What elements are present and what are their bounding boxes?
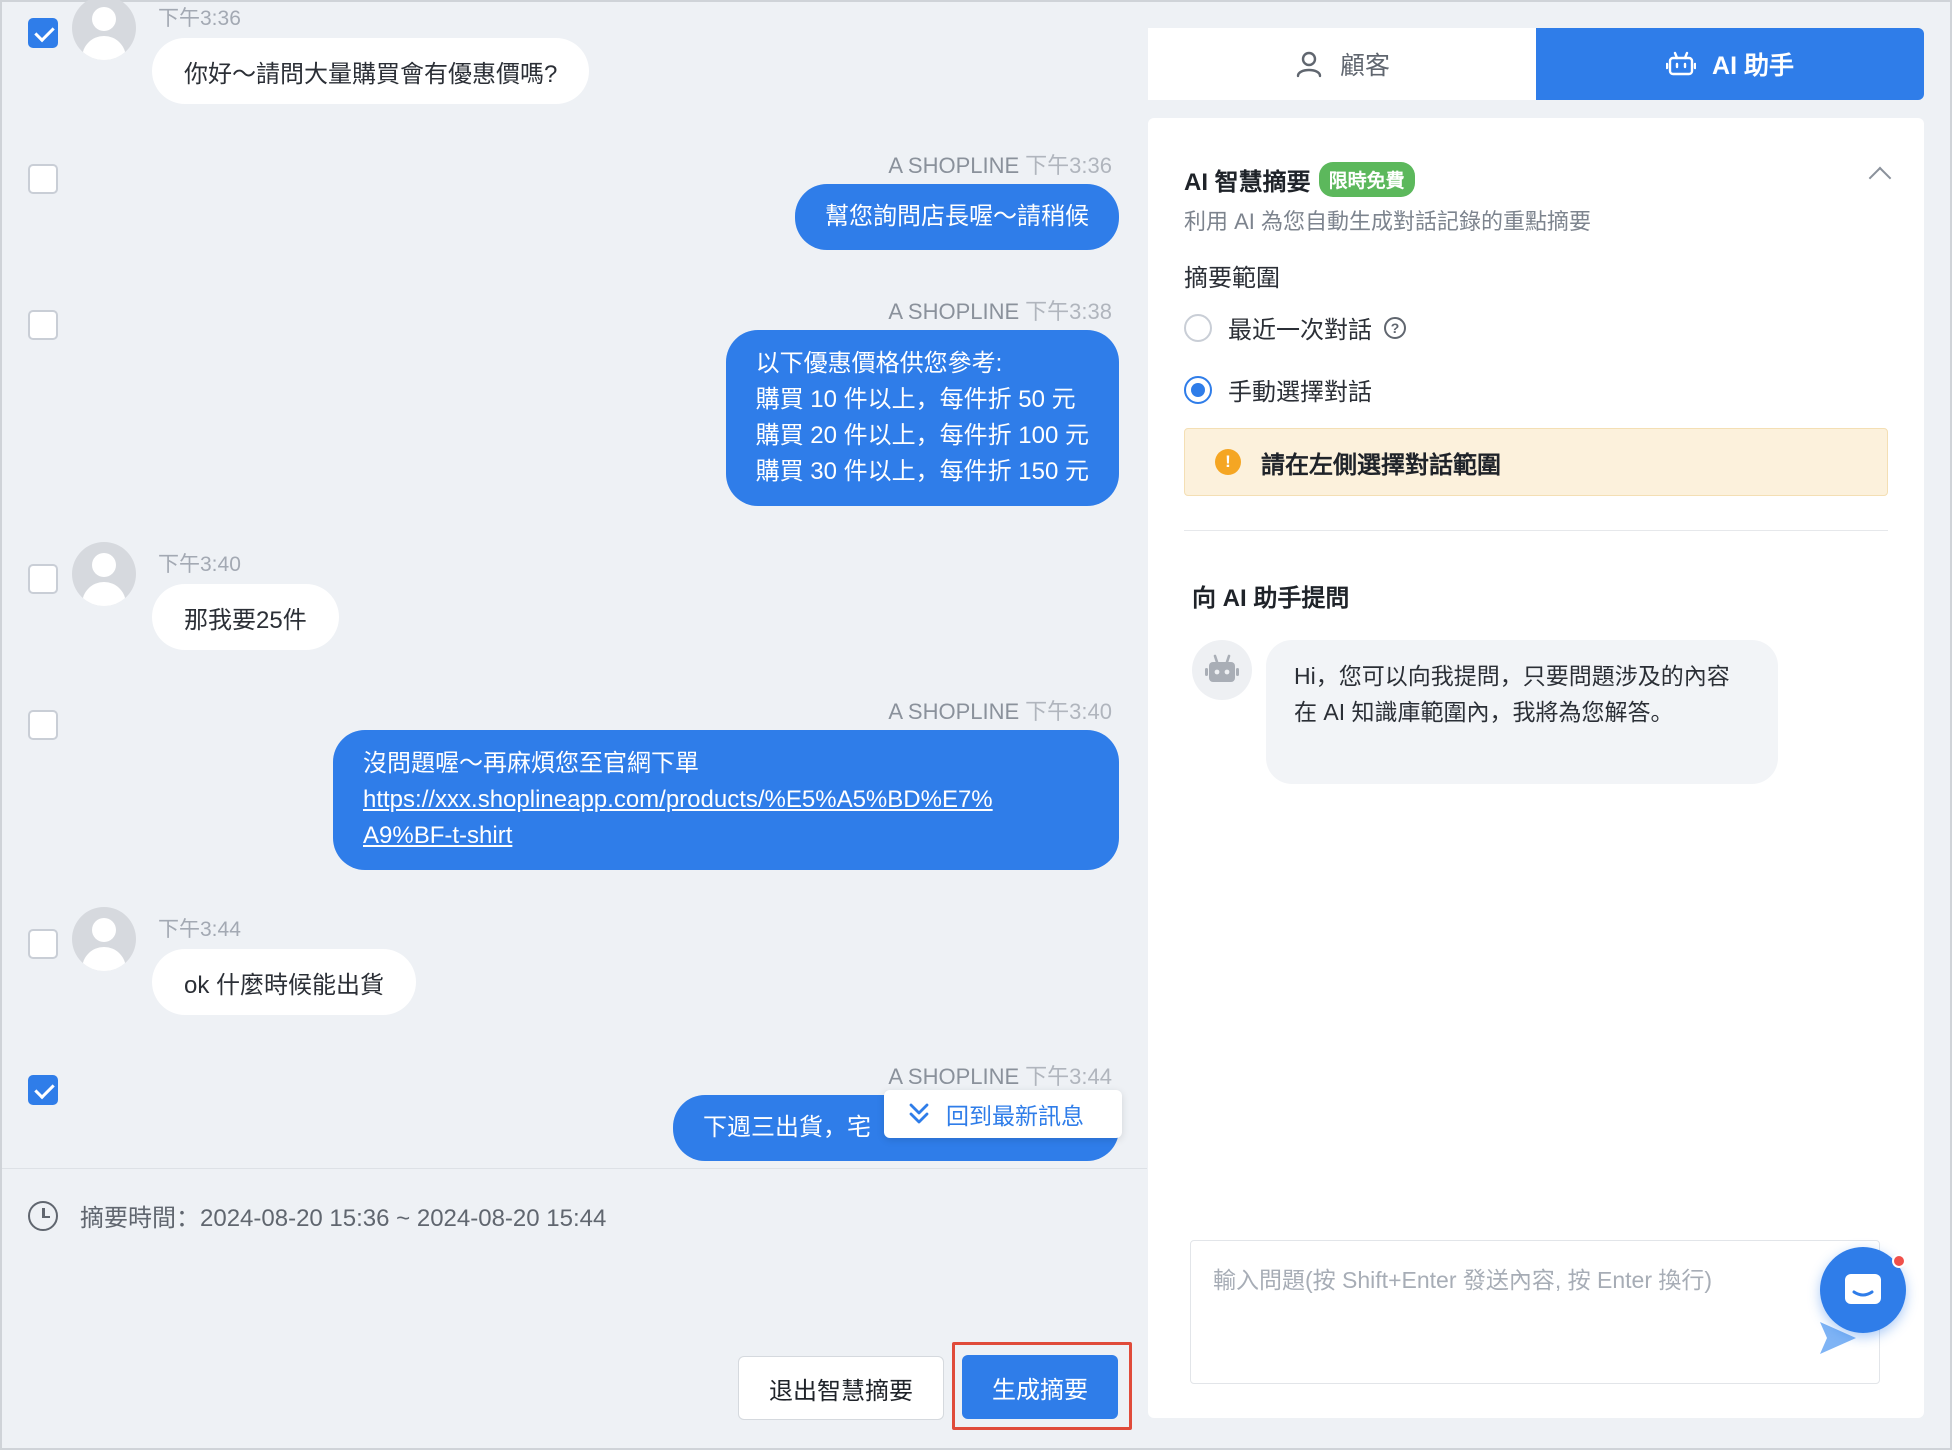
message-meta: A SHOPLINE 下午3:40 [888, 694, 1112, 726]
product-link[interactable]: https://xxx.shoplineapp.com/products/%E5… [363, 782, 1089, 818]
customer-avatar [72, 907, 136, 971]
customer-message-bubble: 那我要25件 [152, 584, 339, 650]
message-time: 下午3:44 [158, 918, 241, 941]
message-text: 下週三出貨，宅 [703, 1114, 871, 1141]
warning-icon: ! [1215, 449, 1241, 475]
message-line: 購買 10 件以上，每件折 50 元 [755, 386, 1076, 413]
agent-message-bubble: 以下優惠價格供您參考: 購買 10 件以上，每件折 50 元 購買 20 件以上… [725, 330, 1119, 506]
robot-icon [1666, 51, 1697, 76]
free-badge: 限時免費 [1318, 162, 1415, 197]
summary-time-text: 摘要時間：2024-08-20 15:36 ~ 2024-08-20 15:44 [80, 1205, 607, 1232]
message-line: 購買 20 件以上，每件折 100 元 [755, 422, 1089, 449]
sender-name: A SHOPLINE [888, 153, 1020, 178]
agent-message-bubble: 幫您詢問店長喔～請稍候 [795, 184, 1119, 250]
ai-summary-subtitle: 利用 AI 為您自動生成對話記錄的重點摘要 [1184, 209, 1592, 234]
message-text: ok 什麼時候能出貨 [184, 971, 385, 999]
tab-label: AI 助手 [1712, 52, 1794, 80]
person-icon [1296, 51, 1322, 78]
ask-ai-title: 向 AI 助手提問 [1192, 585, 1350, 612]
message-checkbox[interactable] [28, 929, 58, 959]
sender-name: A SHOPLINE [888, 699, 1020, 724]
summary-time-range: 摘要時間：2024-08-20 15:36 ~ 2024-08-20 15:44 [28, 1198, 606, 1233]
divider [2, 1168, 1147, 1169]
bot-avatar [1192, 640, 1252, 700]
message-text: 幫您詢問店長喔～請稍候 [825, 203, 1089, 230]
message-checkbox[interactable] [28, 710, 58, 740]
customer-avatar [72, 542, 136, 606]
message-time: 下午3:44 [1025, 1064, 1112, 1089]
chat-bubble-icon [1845, 1274, 1881, 1304]
help-icon[interactable]: ? [1384, 316, 1406, 339]
chevron-up-icon[interactable] [1868, 166, 1892, 190]
summary-range-label: 摘要範圍 [1184, 265, 1280, 292]
warning-text: 請在左側選擇對話範圍 [1261, 451, 1501, 479]
product-link-continued[interactable]: A9%BF-t-shirt [363, 818, 1089, 854]
message-text: 沒問題喔～再麻煩您至官網下單 [363, 750, 699, 777]
radio-button[interactable] [1184, 313, 1212, 342]
message-line: 以下優惠價格供您參考: [755, 350, 1003, 377]
message-checkbox[interactable] [28, 564, 58, 594]
radio-label: 手動選擇對話 [1228, 379, 1372, 406]
customer-avatar [72, 0, 136, 60]
message-time: 下午3:36 [158, 7, 241, 30]
ai-summary-title: AI 智慧摘要 [1184, 169, 1311, 196]
message-meta: A SHOPLINE 下午3:36 [888, 148, 1112, 180]
message-text: 你好～請問大量購買會有優惠價嗎? [184, 60, 558, 88]
warning-banner: ! 請在左側選擇對話範圍 [1184, 428, 1888, 496]
question-input[interactable] [1191, 1241, 1879, 1383]
message-meta: A SHOPLINE 下午3:44 [888, 1059, 1112, 1091]
tab-customer[interactable]: 顧客 [1148, 28, 1536, 100]
message-time: 下午3:40 [158, 553, 241, 576]
message-checkbox[interactable] [28, 164, 58, 194]
clock-icon [28, 1200, 58, 1231]
ai-assistant-panel: AI 智慧摘要 限時免費 利用 AI 為您自動生成對話記錄的重點摘要 摘要範圍 … [1148, 118, 1924, 1418]
divider [1184, 530, 1888, 531]
agent-message-bubble: 沒問題喔～再麻煩您至官網下單 https://xxx.shoplineapp.c… [333, 730, 1119, 870]
radio-label: 最近一次對話 [1228, 317, 1372, 344]
message-checkbox[interactable] [28, 18, 58, 48]
customer-message-bubble: ok 什麼時候能出貨 [152, 949, 417, 1015]
tab-ai-assistant[interactable]: AI 助手 [1536, 28, 1924, 100]
message-time: 下午3:36 [1025, 153, 1112, 178]
question-input-box [1190, 1240, 1880, 1384]
side-panel-tabs: 顧客 AI 助手 [1148, 28, 1924, 100]
generate-summary-button[interactable]: 生成摘要 [962, 1355, 1118, 1419]
ai-summary-header: AI 智慧摘要 限時免費 [1184, 162, 1415, 197]
message-checkbox[interactable] [28, 310, 58, 340]
bot-message-bubble: Hi，您可以向我提問，只要問題涉及的內容在 AI 知識庫範圍內，我將為您解答。 [1266, 640, 1778, 784]
message-checkbox[interactable] [28, 1075, 58, 1105]
radio-manual-selection[interactable]: 手動選擇對話 [1184, 372, 1372, 407]
sender-name: A SHOPLINE [888, 299, 1020, 324]
jump-to-latest-button[interactable]: 回到最新訊息 [884, 1090, 1122, 1138]
message-time: 下午3:40 [1025, 699, 1112, 724]
jump-to-latest-label: 回到最新訊息 [946, 1103, 1084, 1129]
sender-name: A SHOPLINE [888, 1064, 1020, 1089]
radio-latest-conversation[interactable]: 最近一次對話 ? [1184, 310, 1406, 345]
double-chevron-down-icon [909, 1103, 929, 1124]
robot-icon [1205, 654, 1239, 682]
radio-button[interactable] [1184, 375, 1212, 404]
message-meta: A SHOPLINE 下午3:38 [888, 294, 1112, 326]
customer-message-bubble: 你好～請問大量購買會有優惠價嗎? [152, 38, 590, 104]
exit-summary-button[interactable]: 退出智慧摘要 [738, 1356, 944, 1420]
message-line: 購買 30 件以上，每件折 150 元 [755, 458, 1089, 485]
tab-label: 顧客 [1339, 52, 1390, 80]
message-time: 下午3:38 [1025, 299, 1112, 324]
message-text: 那我要25件 [184, 606, 307, 634]
notification-dot [1892, 1254, 1906, 1268]
